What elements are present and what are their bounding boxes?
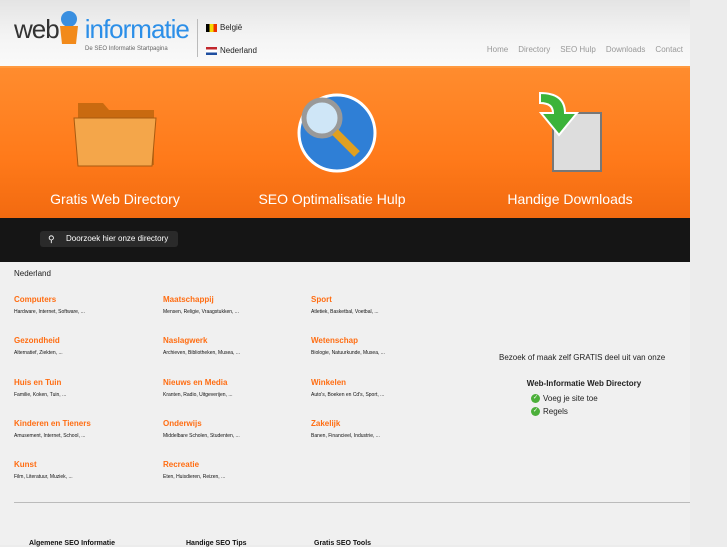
link-label: Regels bbox=[543, 407, 568, 416]
divider bbox=[14, 502, 690, 503]
nav-downloads[interactable]: Downloads bbox=[606, 45, 646, 54]
feature-label: Gratis Web Directory bbox=[50, 191, 180, 207]
promo-heading: Web-Informatie Web Directory bbox=[526, 379, 642, 388]
subcategory-links[interactable]: Hardware, Internet, Software, ... bbox=[14, 309, 154, 315]
category-item: Sport Atletiek, Basketbal, Voetbal, ... bbox=[311, 295, 451, 315]
page: web informatie De SEO Informatie Startpag… bbox=[0, 0, 690, 547]
folder-icon bbox=[73, 103, 157, 167]
category-item: Gezondheid Alternatief, Ziekten, ... bbox=[14, 336, 154, 356]
divider bbox=[197, 19, 198, 57]
feature-downloads[interactable]: Handige Downloads bbox=[455, 68, 685, 220]
subcategory-links[interactable]: Eten, Huisdieren, Reizen, ... bbox=[163, 474, 303, 480]
top-nav: Home Directory SEO Hulp Downloads Contac… bbox=[487, 45, 683, 54]
search-placeholder: Doorzoek hier onze directory bbox=[66, 234, 169, 243]
header: web informatie De SEO Informatie Startpag… bbox=[0, 0, 690, 66]
category-item: Zakelijk Banen, Financieel, Industrie, ..… bbox=[311, 419, 451, 439]
nav-seo-hulp[interactable]: SEO Hulp bbox=[560, 45, 596, 54]
globe-magnifier-icon bbox=[297, 93, 377, 173]
netherlands-flag-icon bbox=[206, 46, 217, 55]
link-label: Voeg je site toe bbox=[543, 394, 598, 403]
nav-contact[interactable]: Contact bbox=[655, 45, 683, 54]
category-item: Naslagwerk Archieven, Bibliotheken, Musea… bbox=[163, 336, 303, 356]
category-item: Kinderen en Tieners Amusement, Internet, … bbox=[14, 419, 154, 439]
subcategory-links[interactable]: Kranten, Radio, Uitgeverijen, ... bbox=[163, 392, 303, 398]
nav-home[interactable]: Home bbox=[487, 45, 508, 54]
search-icon: ⚲ bbox=[48, 234, 55, 244]
category-link[interactable]: Recreatie bbox=[163, 460, 303, 469]
breadcrumb: Nederland bbox=[14, 269, 51, 278]
category-item: Computers Hardware, Internet, Software, .… bbox=[14, 295, 154, 315]
category-item: Winkelen Auto's, Boeken en Cd's, Sport, .… bbox=[311, 378, 451, 398]
logo[interactable]: web informatie bbox=[14, 14, 190, 45]
subcategory-links[interactable]: Archieven, Bibliotheken, Musea, ... bbox=[163, 350, 303, 356]
category-link[interactable]: Computers bbox=[14, 295, 154, 304]
logo-web-text: web bbox=[14, 14, 60, 44]
belgium-flag-icon bbox=[206, 23, 217, 32]
subcategory-links[interactable]: Mensen, Religie, Vraagstukken, ... bbox=[163, 309, 303, 315]
subcategory-links[interactable]: Alternatief, Ziekten, ... bbox=[14, 350, 154, 356]
feature-seo-hulp[interactable]: SEO Optimalisatie Hulp bbox=[217, 68, 447, 220]
subcategory-links[interactable]: Amusement, Internet, School, ... bbox=[14, 433, 154, 439]
footer-heading: Handige SEO Tips bbox=[186, 540, 247, 547]
rules-link[interactable]: ✓ Regels bbox=[531, 407, 669, 416]
category-item: Maatschappij Mensen, Religie, Vraagstukke… bbox=[163, 295, 303, 315]
directory-promo: Bezoek of maak zelf GRATIS deel uit van … bbox=[499, 353, 669, 416]
subcategory-links[interactable]: Auto's, Boeken en Cd's, Sport, ... bbox=[311, 392, 451, 398]
download-icon bbox=[538, 91, 602, 172]
category-item: Wetenschap Biologie, Natuurkunde, Musea, … bbox=[311, 336, 451, 356]
subcategory-links[interactable]: Film, Literatuur, Muziek, ... bbox=[14, 474, 154, 480]
add-site-link[interactable]: ✓ Voeg je site toe bbox=[531, 394, 669, 403]
category-link[interactable]: Gezondheid bbox=[14, 336, 154, 345]
category-item: Huis en Tuin Familie, Koken, Tuin, ... bbox=[14, 378, 154, 398]
category-link[interactable]: Maatschappij bbox=[163, 295, 303, 304]
lang-label: België bbox=[220, 23, 243, 32]
nav-directory[interactable]: Directory bbox=[518, 45, 550, 54]
globe-box-icon bbox=[60, 11, 78, 44]
category-link[interactable]: Naslagwerk bbox=[163, 336, 303, 345]
feature-label: Handige Downloads bbox=[507, 191, 633, 207]
subcategory-links[interactable]: Biologie, Natuurkunde, Musea, ... bbox=[311, 350, 451, 356]
check-icon: ✓ bbox=[531, 394, 540, 403]
tagline: De SEO Informatie Startpagina bbox=[85, 46, 168, 52]
promo-text: Bezoek of maak zelf GRATIS deel uit van … bbox=[499, 353, 666, 362]
footer-heading: Algemene SEO Informatie bbox=[29, 540, 115, 547]
category-link[interactable]: Sport bbox=[311, 295, 451, 304]
feature-banner: Gratis Web Directory SEO Optimalisatie H… bbox=[0, 66, 690, 218]
category-link[interactable]: Nieuws en Media bbox=[163, 378, 303, 387]
check-icon: ✓ bbox=[531, 407, 540, 416]
search-bar: ⚲ Doorzoek hier onze directory bbox=[0, 218, 690, 262]
category-link[interactable]: Kunst bbox=[14, 460, 154, 469]
subcategory-links[interactable]: Banen, Financieel, Industrie, ... bbox=[311, 433, 451, 439]
category-link[interactable]: Wetenschap bbox=[311, 336, 451, 345]
lang-label: Nederland bbox=[220, 46, 257, 55]
category-item: Recreatie Eten, Huisdieren, Reizen, ... bbox=[163, 460, 303, 480]
search-input[interactable]: ⚲ Doorzoek hier onze directory bbox=[40, 231, 178, 247]
footer-heading: Gratis SEO Tools bbox=[314, 540, 372, 547]
category-link[interactable]: Winkelen bbox=[311, 378, 451, 387]
subcategory-links[interactable]: Familie, Koken, Tuin, ... bbox=[14, 392, 154, 398]
category-item: Kunst Film, Literatuur, Muziek, ... bbox=[14, 460, 154, 480]
lang-belgie[interactable]: België bbox=[206, 23, 242, 32]
subcategory-links[interactable]: Atletiek, Basketbal, Voetbal, ... bbox=[311, 309, 451, 315]
category-link[interactable]: Onderwijs bbox=[163, 419, 303, 428]
feature-web-directory[interactable]: Gratis Web Directory bbox=[0, 68, 230, 220]
category-link[interactable]: Zakelijk bbox=[311, 419, 451, 428]
lang-nederland[interactable]: Nederland bbox=[206, 46, 257, 55]
category-item: Nieuws en Media Kranten, Radio, Uitgeveri… bbox=[163, 378, 303, 398]
category-item: Onderwijs Middelbare Scholen, Studenten, … bbox=[163, 419, 303, 439]
category-link[interactable]: Huis en Tuin bbox=[14, 378, 154, 387]
feature-label: SEO Optimalisatie Hulp bbox=[258, 191, 406, 207]
category-link[interactable]: Kinderen en Tieners bbox=[14, 419, 154, 428]
subcategory-links[interactable]: Middelbare Scholen, Studenten, ... bbox=[163, 433, 303, 439]
logo-informatie-text: informatie bbox=[84, 14, 190, 44]
